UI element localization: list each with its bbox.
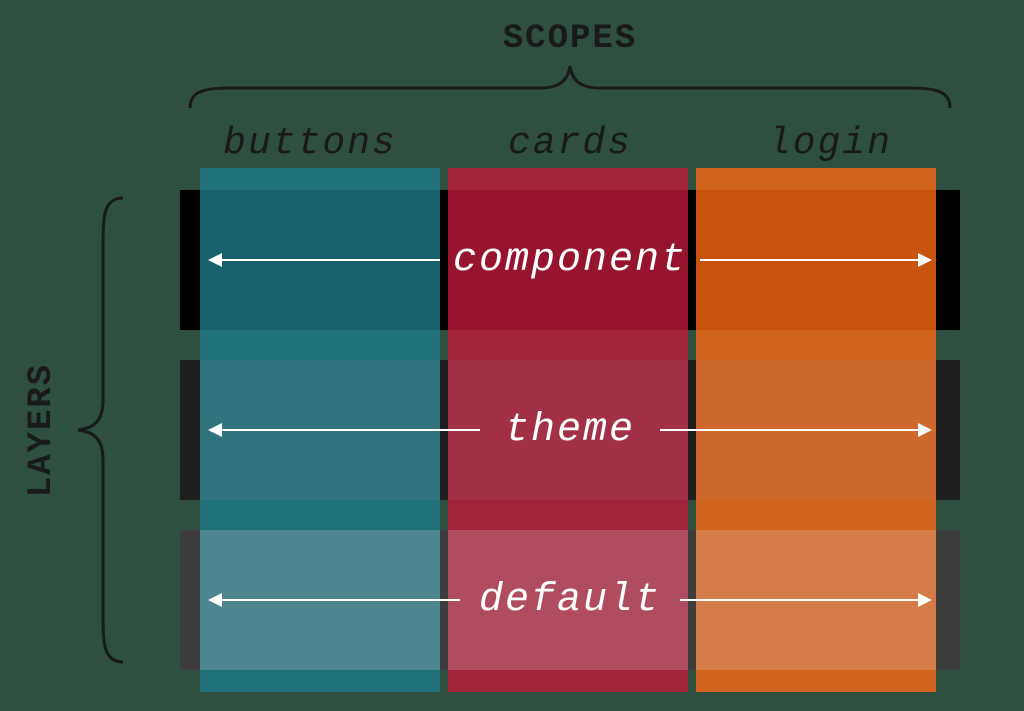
layers-axis-label-wrap: LAYERS	[22, 190, 62, 670]
scopes-brace	[180, 58, 960, 114]
diagram-grid: component theme default	[180, 190, 960, 670]
scope-column-buttons	[200, 168, 440, 692]
scope-header-buttons: buttons	[180, 122, 440, 165]
scope-column-login	[696, 168, 936, 692]
scope-column-cards	[448, 168, 688, 692]
scopes-axis-label: SCOPES	[180, 20, 960, 58]
scope-header-login: login	[700, 122, 960, 165]
scope-header-cards: cards	[440, 122, 700, 165]
scope-headers: buttons cards login	[180, 122, 960, 165]
layers-brace	[68, 190, 130, 670]
layers-axis-label: LAYERS	[23, 363, 61, 497]
